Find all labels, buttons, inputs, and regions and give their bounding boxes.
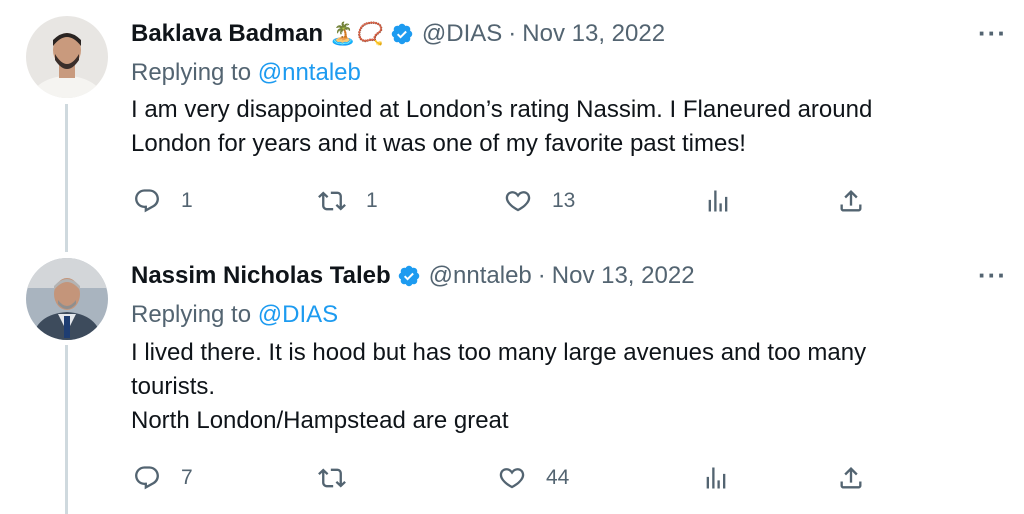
reply-button[interactable]: 1 (133, 187, 193, 215)
replying-to: Replying to @DIAS (131, 301, 338, 329)
replying-to-label: Replying to (131, 301, 252, 328)
like-button[interactable]: 13 (504, 187, 575, 215)
like-icon (505, 191, 531, 212)
retweet-button[interactable]: 1 (318, 187, 378, 215)
thread-line-bottom (65, 345, 68, 514)
tweet-text: I lived there. It is hood but has too ma… (131, 336, 951, 438)
avatar[interactable] (26, 258, 108, 340)
display-name[interactable]: Nassim Nicholas Taleb (131, 262, 391, 290)
retweet-count: 1 (366, 189, 378, 212)
share-icon (840, 190, 862, 212)
views-button[interactable] (704, 187, 732, 215)
user-handle[interactable]: @nntaleb (429, 262, 532, 290)
reply-count: 7 (181, 466, 193, 489)
tweet-text-line: North London/Hampstead are great (131, 407, 509, 434)
replying-to: Replying to @nntaleb (131, 59, 361, 87)
tweet-header: Nassim Nicholas Taleb @nntaleb · Nov 13,… (131, 262, 695, 290)
user-handle[interactable]: @DIAS (422, 20, 502, 48)
views-button[interactable] (702, 464, 730, 492)
replying-to-mention[interactable]: @nntaleb (258, 59, 361, 86)
tweet-date[interactable]: Nov 13, 2022 (552, 262, 695, 290)
tweet-text-line: I lived there. It is hood but has too ma… (131, 339, 867, 400)
separator-dot: · (537, 262, 546, 289)
display-name[interactable]: Baklava Badman (131, 20, 323, 48)
separator-dot: · (508, 20, 517, 47)
like-count: 44 (546, 466, 570, 489)
share-button[interactable] (837, 187, 865, 215)
avatar[interactable] (26, 16, 108, 98)
like-button[interactable]: 44 (498, 464, 569, 492)
tweet-header: Baklava Badman 🏝️📿 @DIAS · Nov 13, 2022 (131, 20, 665, 48)
views-icon (706, 467, 726, 489)
views-icon (708, 190, 728, 212)
tweet-text: I am very disappointed at London’s ratin… (131, 93, 951, 161)
thread-line-top (65, 104, 68, 252)
reply-icon (135, 189, 159, 213)
tweet-text-line: I am very disappointed at London’s ratin… (131, 96, 873, 157)
reply-button[interactable]: 7 (133, 464, 193, 492)
retweet-button[interactable] (318, 464, 366, 492)
like-icon (499, 468, 525, 489)
reply-count: 1 (181, 189, 193, 212)
replying-to-mention[interactable]: @DIAS (258, 301, 338, 328)
replying-to-label: Replying to (131, 59, 252, 86)
verified-badge-icon (391, 23, 413, 45)
share-button[interactable] (837, 464, 865, 492)
more-options-icon[interactable]: ··· (978, 18, 1007, 49)
name-emoji: 🏝️📿 (329, 21, 384, 46)
retweet-icon (318, 191, 346, 211)
share-icon (840, 467, 862, 489)
like-count: 13 (552, 189, 576, 212)
more-options-icon[interactable]: ··· (978, 260, 1007, 291)
reply-icon (135, 466, 159, 490)
retweet-icon (318, 468, 346, 488)
tweet-date[interactable]: Nov 13, 2022 (522, 20, 665, 48)
verified-badge-icon (398, 265, 419, 287)
